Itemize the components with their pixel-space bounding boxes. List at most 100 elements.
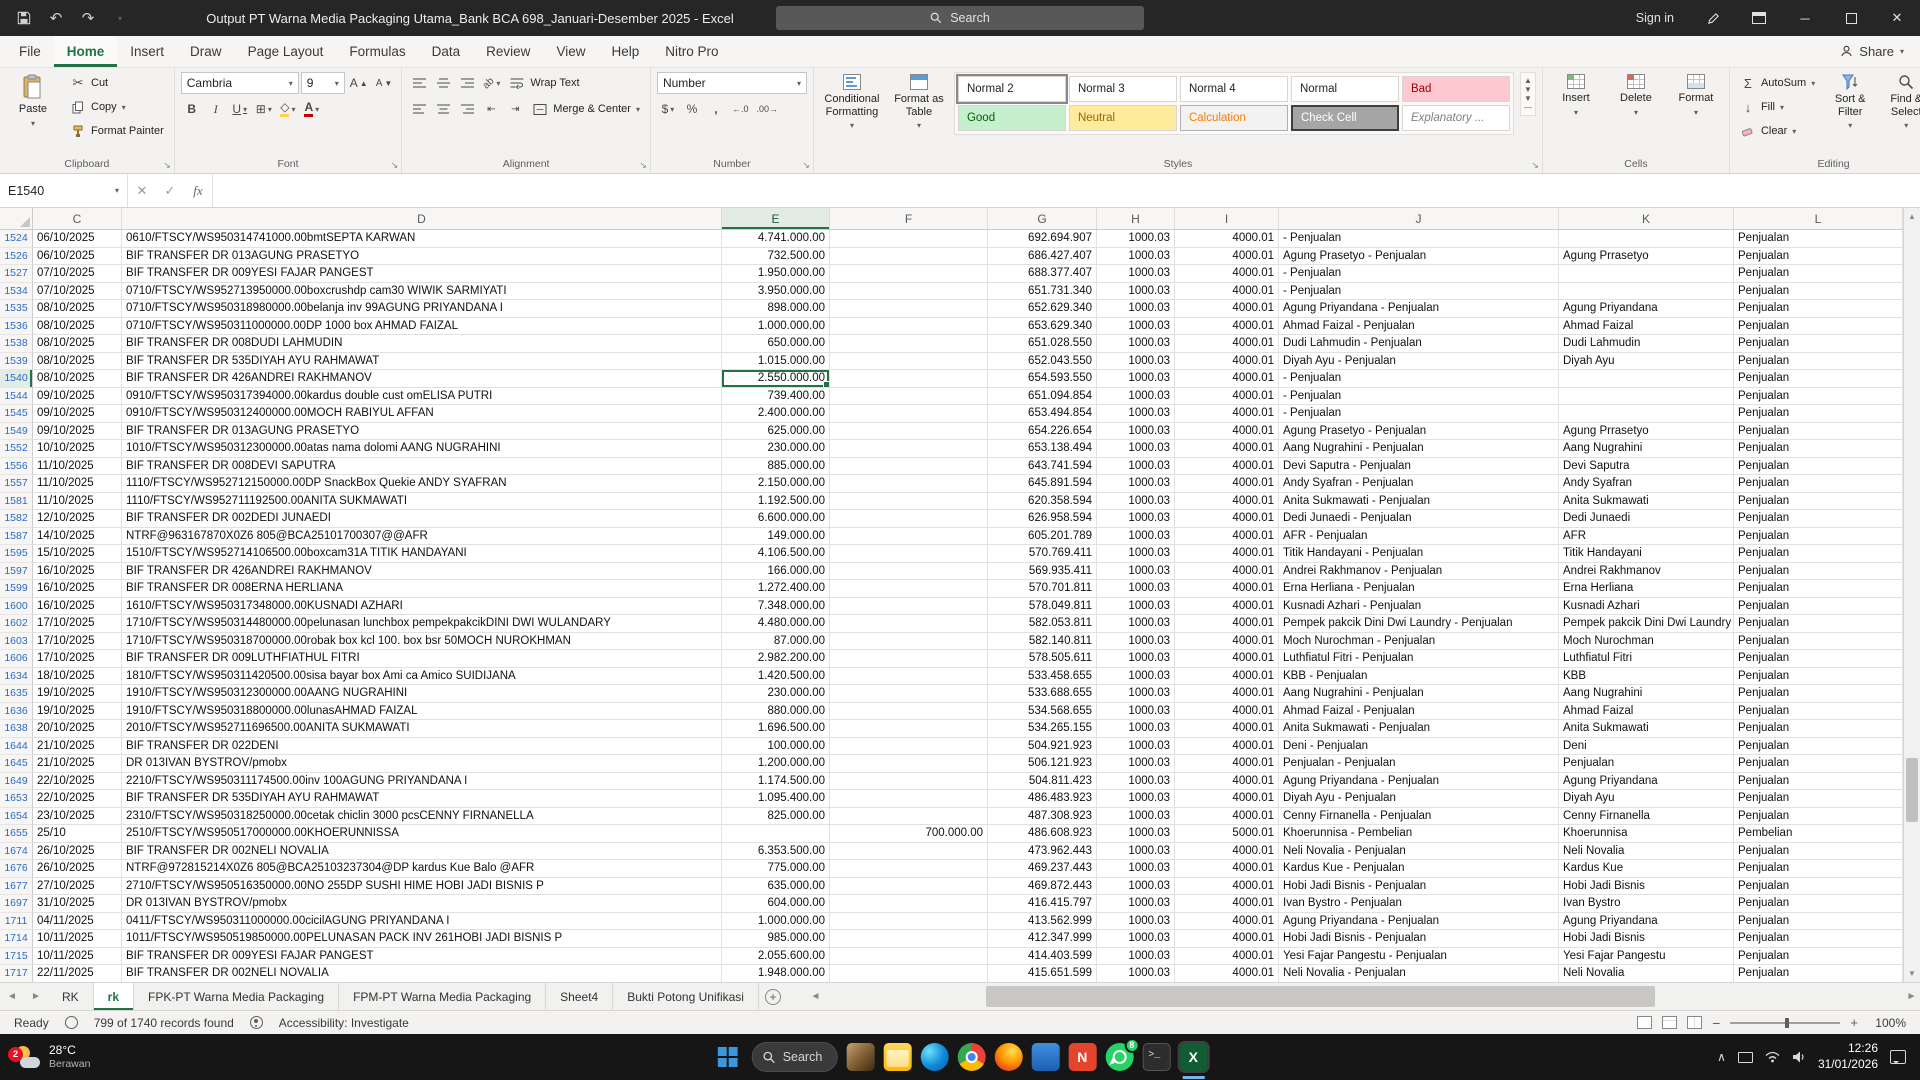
cell-F1676[interactable] <box>830 860 988 878</box>
row-header-1535[interactable]: 1535 <box>0 300 33 318</box>
cell-D1557[interactable]: 1110/FTSCY/WS952712150000.00DP SnackBox … <box>122 475 722 493</box>
cell-J1545[interactable]: - Penjualan <box>1279 405 1559 423</box>
column-header-J[interactable]: J <box>1279 208 1559 229</box>
ribbon-tab-review[interactable]: Review <box>473 36 543 67</box>
cell-K1711[interactable]: Agung Priyandana <box>1559 912 1734 930</box>
cell-F1544[interactable] <box>830 387 988 405</box>
cell-L1552[interactable]: Penjualan <box>1734 440 1903 458</box>
cell-D1552[interactable]: 1010/FTSCY/WS950312300000.00atas nama do… <box>122 440 722 458</box>
cell-G1556[interactable]: 643.741.594 <box>988 457 1097 475</box>
cell-J1540[interactable]: - Penjualan <box>1279 370 1559 388</box>
cell-H1545[interactable]: 1000.03 <box>1097 405 1175 423</box>
cell-K1538[interactable]: Dudi Lahmudin <box>1559 335 1734 353</box>
fill-button[interactable]: ↓ Fill ▾ <box>1736 96 1819 118</box>
autosum-button[interactable]: Σ AutoSum ▾ <box>1736 72 1819 94</box>
row-header-1635[interactable]: 1635 <box>0 685 33 703</box>
cell-F1603[interactable] <box>830 632 988 650</box>
gallery-more-icon[interactable]: ▼ — <box>1524 94 1532 112</box>
cell-F1539[interactable] <box>830 352 988 370</box>
row-header-1552[interactable]: 1552 <box>0 440 33 458</box>
cell-C1697[interactable]: 31/10/2025 <box>33 895 122 913</box>
cell-D1714[interactable]: 1011/FTSCY/WS950519850000.00PELUNASAN PA… <box>122 930 722 948</box>
photo-icon[interactable] <box>846 1043 875 1071</box>
cell-G1544[interactable]: 651.094.854 <box>988 387 1097 405</box>
cell-C1600[interactable]: 16/10/2025 <box>33 597 122 615</box>
cell-E1638[interactable]: 1.696.500.00 <box>722 720 830 738</box>
cell-D1581[interactable]: 1110/FTSCY/WS952711192500.00ANITA SUKMAW… <box>122 492 722 510</box>
column-header-L[interactable]: L <box>1734 208 1903 229</box>
close-button[interactable]: ✕ <box>1874 0 1920 36</box>
cell-F1602[interactable] <box>830 615 988 633</box>
cell-J1638[interactable]: Anita Sukmawati - Penjualan <box>1279 720 1559 738</box>
cell-C1636[interactable]: 19/10/2025 <box>33 702 122 720</box>
cell-F1606[interactable] <box>830 650 988 668</box>
cell-I1677[interactable]: 4000.01 <box>1175 877 1279 895</box>
cell-L1549[interactable]: Penjualan <box>1734 422 1903 440</box>
row-header-1549[interactable]: 1549 <box>0 422 33 440</box>
delete-cells-button[interactable]: Delete ▾ <box>1609 72 1663 117</box>
cell-I1557[interactable]: 4000.01 <box>1175 475 1279 493</box>
cell-J1582[interactable]: Dedi Junaedi - Penjualan <box>1279 510 1559 528</box>
cell-I1524[interactable]: 4000.01 <box>1175 230 1279 248</box>
cell-C1540[interactable]: 08/10/2025 <box>33 370 122 388</box>
cell-D1606[interactable]: BIF TRANSFER DR 009LUTHFIATHUL FITRI <box>122 650 722 668</box>
name-box[interactable]: E1540 ▾ <box>0 174 128 207</box>
row-header-1636[interactable]: 1636 <box>0 702 33 720</box>
cell-H1645[interactable]: 1000.03 <box>1097 755 1175 773</box>
row-header-1674[interactable]: 1674 <box>0 842 33 860</box>
orientation-icon[interactable]: ab ▾ <box>480 72 503 94</box>
cell-H1536[interactable]: 1000.03 <box>1097 317 1175 335</box>
column-header-C[interactable]: C <box>33 208 122 229</box>
cell-L1715[interactable]: Penjualan <box>1734 947 1903 965</box>
cell-F1587[interactable] <box>830 527 988 545</box>
cell-H1539[interactable]: 1000.03 <box>1097 352 1175 370</box>
cell-G1603[interactable]: 582.140.811 <box>988 632 1097 650</box>
cell-H1674[interactable]: 1000.03 <box>1097 842 1175 860</box>
row-header-1582[interactable]: 1582 <box>0 510 33 528</box>
new-sheet-button[interactable]: + <box>759 983 787 1010</box>
cell-C1717[interactable]: 22/11/2025 <box>33 965 122 982</box>
cell-J1535[interactable]: Agung Priyandana - Penjualan <box>1279 300 1559 318</box>
cell-G1581[interactable]: 620.358.594 <box>988 492 1097 510</box>
cell-D1711[interactable]: 0411/FTSCY/WS950311000000.00cicilAGUNG P… <box>122 912 722 930</box>
cell-H1677[interactable]: 1000.03 <box>1097 877 1175 895</box>
cell-G1597[interactable]: 569.935.411 <box>988 562 1097 580</box>
cell-K1544[interactable] <box>1559 387 1734 405</box>
cell-L1599[interactable]: Penjualan <box>1734 580 1903 598</box>
cell-F1597[interactable] <box>830 562 988 580</box>
cell-I1697[interactable]: 4000.01 <box>1175 895 1279 913</box>
cell-K1697[interactable]: Ivan Bystro <box>1559 895 1734 913</box>
alignment-dialog-launcher-icon[interactable]: ↘ <box>639 161 647 170</box>
save-icon[interactable] <box>10 4 38 32</box>
cell-J1717[interactable]: Neli Novalia - Penjualan <box>1279 965 1559 982</box>
cell-J1538[interactable]: Dudi Lahmudin - Penjualan <box>1279 335 1559 353</box>
ribbon-display-options-icon[interactable] <box>1736 0 1782 36</box>
cell-I1645[interactable]: 4000.01 <box>1175 755 1279 773</box>
cell-L1644[interactable]: Penjualan <box>1734 737 1903 755</box>
scroll-up-icon[interactable]: ▲ <box>1904 208 1920 225</box>
cell-I1606[interactable]: 4000.01 <box>1175 650 1279 668</box>
cell-F1634[interactable] <box>830 667 988 685</box>
volume-icon[interactable] <box>1792 1051 1806 1063</box>
decrease-font-icon[interactable]: A ▼ <box>373 72 396 94</box>
cell-J1603[interactable]: Moch Nurochman - Penjualan <box>1279 632 1559 650</box>
cell-D1674[interactable]: BIF TRANSFER DR 002NELI NOVALIA <box>122 842 722 860</box>
cell-D1638[interactable]: 2010/FTSCY/WS952711696500.00ANITA SUKMAW… <box>122 720 722 738</box>
cell-G1714[interactable]: 412.347.999 <box>988 930 1097 948</box>
cell-J1549[interactable]: Agung Prasetyo - Penjualan <box>1279 422 1559 440</box>
cell-K1676[interactable]: Kardus Kue <box>1559 860 1734 878</box>
cell-C1544[interactable]: 09/10/2025 <box>33 387 122 405</box>
cell-C1644[interactable]: 21/10/2025 <box>33 737 122 755</box>
cell-J1644[interactable]: Deni - Penjualan <box>1279 737 1559 755</box>
cell-C1711[interactable]: 04/11/2025 <box>33 912 122 930</box>
cell-L1545[interactable]: Penjualan <box>1734 405 1903 423</box>
cell-K1545[interactable] <box>1559 405 1734 423</box>
column-header-E[interactable]: E <box>722 208 830 229</box>
cell-C1602[interactable]: 17/10/2025 <box>33 615 122 633</box>
cell-L1540[interactable]: Penjualan <box>1734 370 1903 388</box>
cell-I1534[interactable]: 4000.01 <box>1175 282 1279 300</box>
cell-J1606[interactable]: Luthfiatul Fitri - Penjualan <box>1279 650 1559 668</box>
cell-J1714[interactable]: Hobi Jadi Bisnis - Penjualan <box>1279 930 1559 948</box>
page-layout-view-icon[interactable] <box>1662 1016 1678 1029</box>
row-header-1676[interactable]: 1676 <box>0 860 33 878</box>
